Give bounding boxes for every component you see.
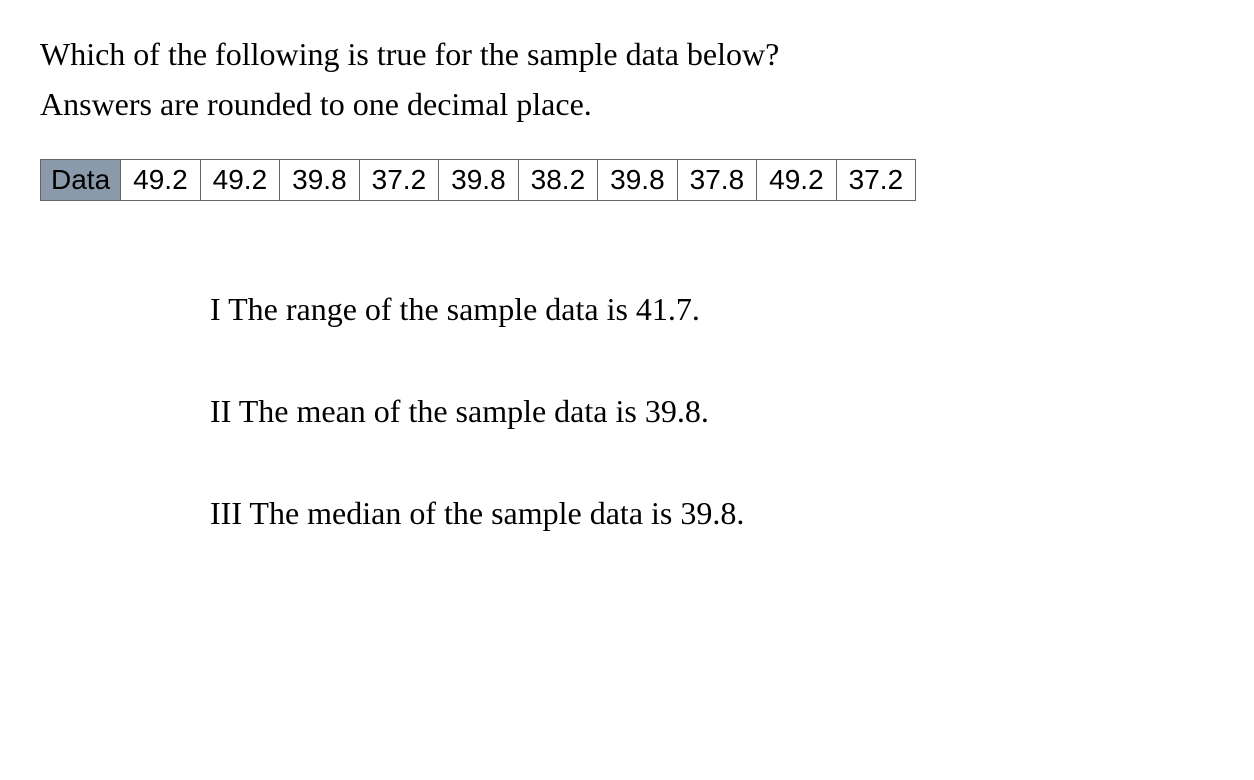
statements-list: I The range of the sample data is 41.7. … bbox=[40, 291, 1214, 532]
statement-3: III The median of the sample data is 39.… bbox=[210, 495, 1214, 532]
table-cell: 39.8 bbox=[439, 160, 519, 201]
data-table: Data 49.2 49.2 39.8 37.2 39.8 38.2 39.8 … bbox=[40, 159, 916, 201]
statement-2: II The mean of the sample data is 39.8. bbox=[210, 393, 1214, 430]
table-cell: 37.2 bbox=[359, 160, 439, 201]
question-prompt: Which of the following is true for the s… bbox=[40, 30, 1214, 129]
table-cell: 49.2 bbox=[757, 160, 837, 201]
question-line-1: Which of the following is true for the s… bbox=[40, 30, 1214, 80]
statement-1: I The range of the sample data is 41.7. bbox=[210, 291, 1214, 328]
question-line-2: Answers are rounded to one decimal place… bbox=[40, 80, 1214, 130]
table-row: Data 49.2 49.2 39.8 37.2 39.8 38.2 39.8 … bbox=[41, 160, 916, 201]
table-cell: 39.8 bbox=[598, 160, 678, 201]
table-cell: 37.8 bbox=[677, 160, 757, 201]
table-cell: 39.8 bbox=[280, 160, 360, 201]
table-cell: 37.2 bbox=[836, 160, 916, 201]
table-header-cell: Data bbox=[41, 160, 121, 201]
table-cell: 49.2 bbox=[121, 160, 201, 201]
table-cell: 38.2 bbox=[518, 160, 598, 201]
table-cell: 49.2 bbox=[200, 160, 280, 201]
